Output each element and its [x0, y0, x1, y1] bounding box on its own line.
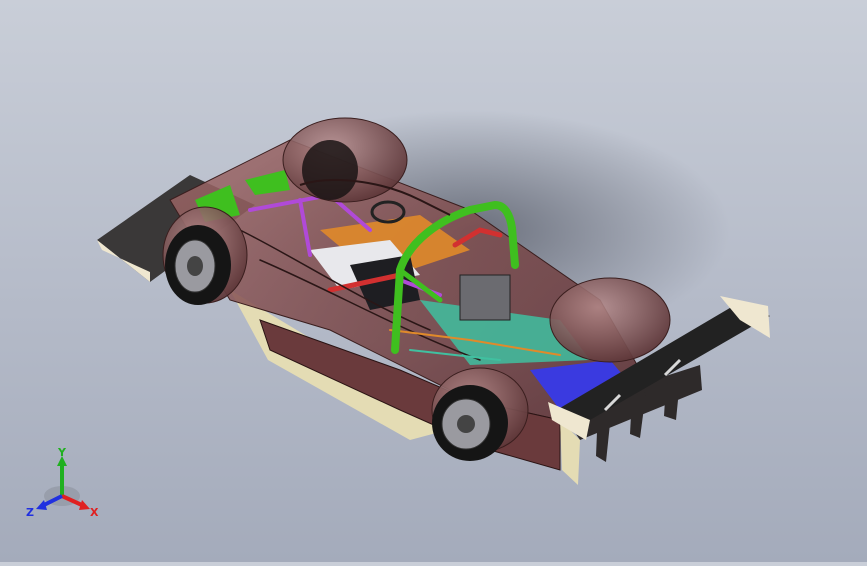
x-axis-label: X [90, 506, 99, 519]
engine-block [459, 274, 511, 321]
diffuser-fin-3 [664, 380, 680, 420]
z-axis-head [36, 500, 47, 510]
x-axis-head [79, 500, 90, 510]
car-model[interactable] [0, 0, 867, 562]
coordinate-triad: Y X Z [22, 446, 106, 528]
z-axis-label: Z [26, 506, 34, 519]
diffuser-fin-2 [630, 392, 646, 438]
graphics-viewport[interactable] [0, 0, 867, 562]
front-left-wheel[interactable] [165, 225, 231, 305]
front-right-wheel[interactable] [302, 140, 358, 200]
y-axis-label: Y [57, 448, 67, 459]
rear-right-fender [549, 277, 671, 363]
rear-left-wheel[interactable] [432, 385, 508, 461]
